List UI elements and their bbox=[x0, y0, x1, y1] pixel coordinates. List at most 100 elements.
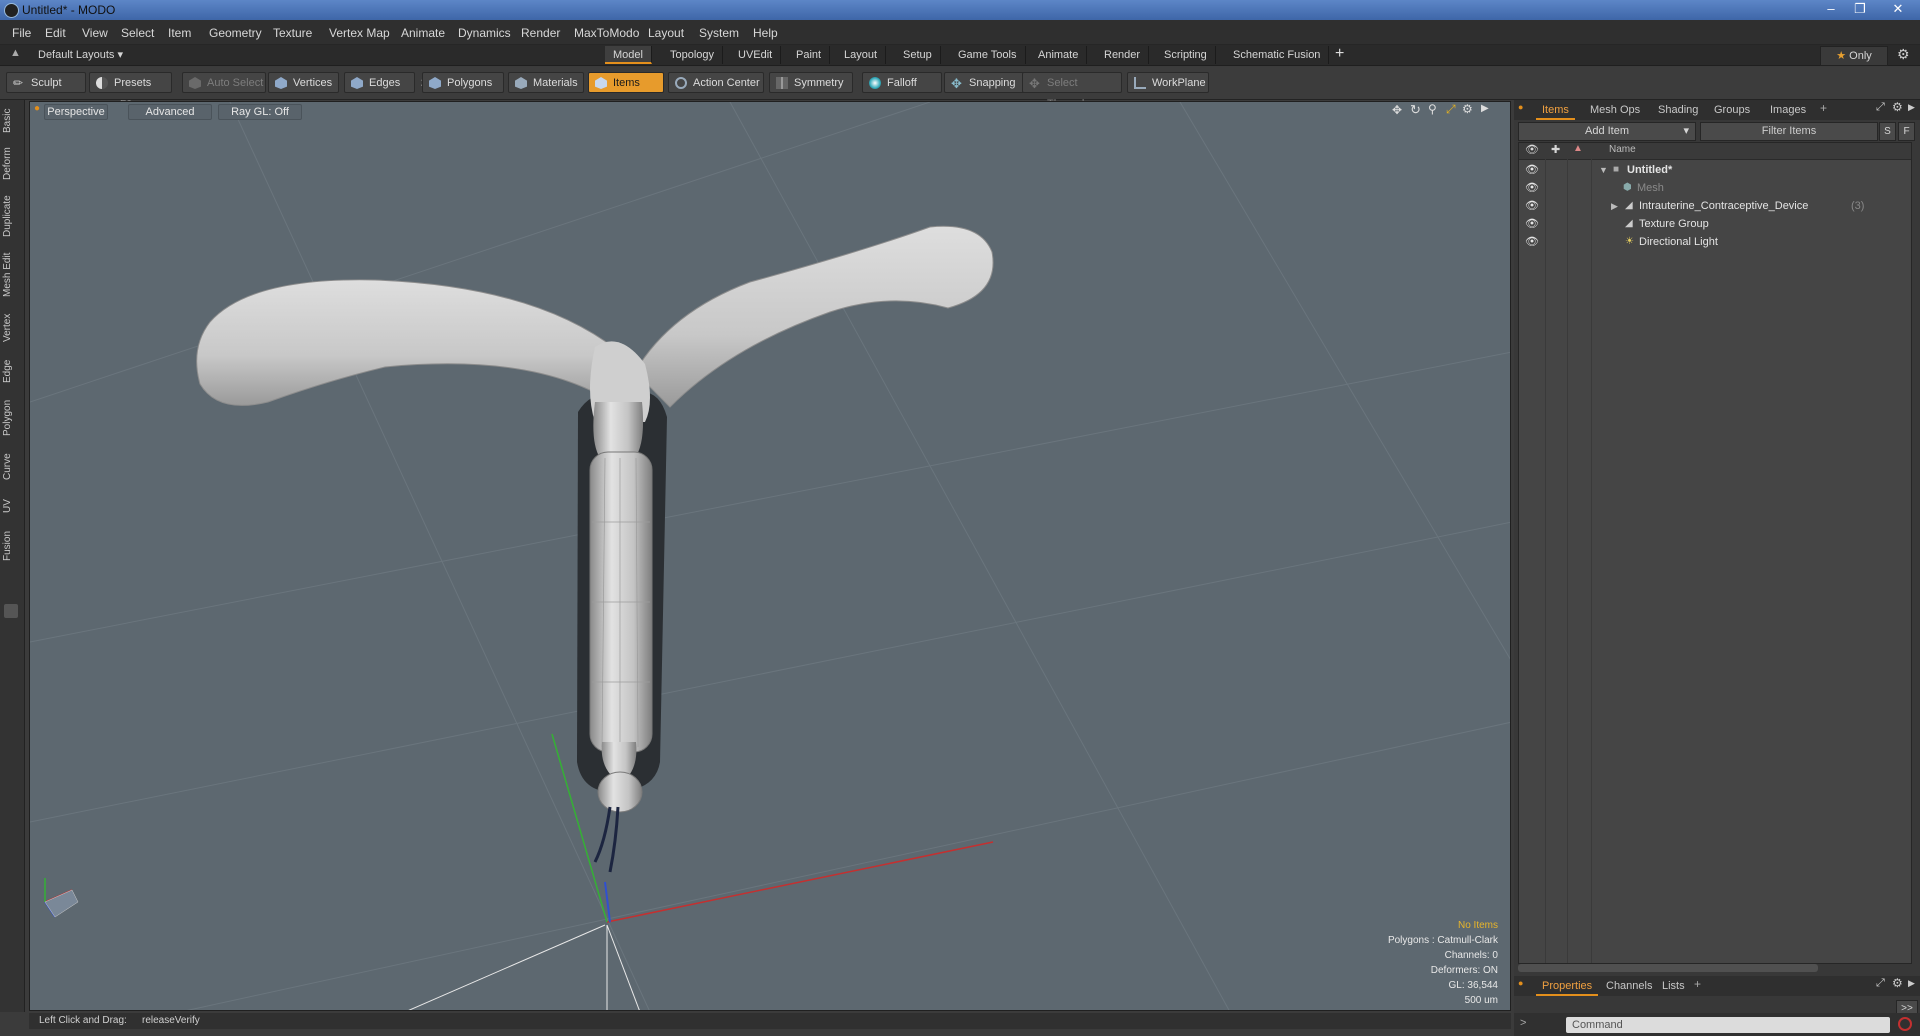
tab-mesh-ops[interactable]: Mesh Ops bbox=[1584, 102, 1646, 118]
pan-icon[interactable]: ✥ bbox=[1392, 103, 1402, 117]
panel-menu-icon[interactable]: ● bbox=[1518, 102, 1523, 112]
panel-gear-icon[interactable]: ⚙ bbox=[1892, 100, 1903, 114]
tab-shading[interactable]: Shading bbox=[1652, 102, 1704, 118]
side-tab-duplicate[interactable]: Duplicate bbox=[2, 192, 22, 240]
side-tab-deform[interactable]: Deform bbox=[2, 144, 22, 184]
menu-dynamics[interactable]: Dynamics bbox=[458, 26, 511, 40]
properties-menu-icon[interactable]: ● bbox=[1518, 978, 1523, 988]
properties-arrow-icon[interactable]: ▶ bbox=[1908, 978, 1915, 989]
polygons-button[interactable]: Polygons bbox=[422, 72, 504, 93]
filter-items-field[interactable]: Filter Items bbox=[1700, 122, 1878, 141]
rotate-icon[interactable]: ↻ bbox=[1410, 102, 1421, 118]
menu-system[interactable]: System bbox=[699, 26, 739, 40]
eye-icon[interactable]: 👁 bbox=[1525, 179, 1539, 197]
tab-render[interactable]: Render bbox=[1096, 46, 1150, 64]
presets-button[interactable]: Presets F6 bbox=[89, 72, 172, 110]
tab-scripting[interactable]: Scripting bbox=[1156, 46, 1216, 64]
gear-icon[interactable]: ⚙ bbox=[1897, 46, 1910, 63]
menu-vertex-map[interactable]: Vertex Map bbox=[329, 26, 390, 40]
tree-row-mesh[interactable]: 👁 ⬢ Mesh bbox=[1519, 179, 1909, 197]
tab-paint[interactable]: Paint bbox=[788, 46, 831, 64]
zoom-icon[interactable]: ⚲ bbox=[1428, 102, 1437, 116]
render-column-icon[interactable]: ▲ bbox=[1573, 143, 1583, 154]
eye-icon[interactable]: 👁 bbox=[1525, 197, 1539, 215]
select-through-button[interactable]: ✥Select Through bbox=[1022, 72, 1122, 110]
symmetry-button[interactable]: Symmetry bbox=[769, 72, 853, 93]
items-button[interactable]: Items bbox=[588, 72, 664, 93]
shading-dropdown[interactable]: Advanced bbox=[128, 104, 212, 120]
menu-view[interactable]: View bbox=[82, 26, 108, 40]
add-tab-button[interactable]: + bbox=[1335, 45, 1344, 63]
tab-setup[interactable]: Setup bbox=[895, 46, 941, 64]
tree-row-texture-group[interactable]: 👁 ◢ Texture Group bbox=[1519, 215, 1909, 233]
name-column-header[interactable]: Name bbox=[1609, 144, 1636, 155]
materials-button[interactable]: Materials bbox=[508, 72, 584, 93]
menu-render[interactable]: Render bbox=[521, 26, 560, 40]
tab-model[interactable]: Model bbox=[605, 46, 652, 64]
falloff-button[interactable]: Falloff bbox=[862, 72, 942, 93]
tab-images[interactable]: Images bbox=[1764, 102, 1812, 118]
tree-row-device[interactable]: 👁 ▶ ◢ Intrauterine_Contraceptive_Device … bbox=[1519, 197, 1909, 215]
add-properties-tab-button[interactable]: + bbox=[1694, 977, 1701, 991]
add-item-dropdown[interactable]: Add Item ▾ bbox=[1518, 122, 1696, 141]
3d-viewport[interactable]: ● Perspective Advanced Ray GL: Off ✥ ↻ ⚲… bbox=[29, 101, 1511, 1011]
collapse-icon[interactable]: ▼ bbox=[1599, 161, 1608, 179]
viewport-gear-icon[interactable]: ⚙ bbox=[1462, 102, 1473, 116]
viewport-arrow-icon[interactable]: ▶ bbox=[1481, 103, 1489, 114]
menu-edit[interactable]: Edit bbox=[45, 26, 66, 40]
horizontal-scrollbar[interactable] bbox=[1518, 964, 1818, 972]
visibility-column-icon[interactable]: 👁 bbox=[1525, 143, 1539, 156]
tab-topology[interactable]: Topology bbox=[662, 46, 724, 64]
panel-expand-icon[interactable]: ⤢ bbox=[1876, 101, 1885, 114]
record-icon[interactable] bbox=[1898, 1017, 1912, 1031]
filter-f-button[interactable]: F bbox=[1898, 122, 1915, 141]
side-tab-uv[interactable]: UV bbox=[2, 494, 22, 518]
side-tab-edge[interactable]: Edge bbox=[2, 356, 22, 386]
side-tab-vertex[interactable]: Vertex bbox=[2, 310, 22, 346]
only-toggle[interactable]: ★ Only bbox=[1820, 46, 1888, 66]
menu-item[interactable]: Item bbox=[168, 26, 191, 40]
tab-uvedit[interactable]: UVEdit bbox=[730, 46, 782, 64]
maximize-icon[interactable]: ⤢ bbox=[1446, 102, 1456, 117]
auto-select-button[interactable]: Auto Select bbox=[182, 72, 266, 93]
side-tab-mesh-edit[interactable]: Mesh Edit bbox=[2, 250, 22, 300]
add-panel-tab-button[interactable]: + bbox=[1820, 101, 1827, 115]
edges-button[interactable]: Edges2 bbox=[344, 72, 426, 93]
default-layouts-dropdown[interactable]: Default Layouts ▾ bbox=[38, 48, 123, 61]
vertices-button[interactable]: Vertices1 bbox=[268, 72, 350, 93]
close-button[interactable]: ✕ bbox=[1881, 1, 1915, 17]
eye-icon[interactable]: 👁 bbox=[1525, 215, 1539, 233]
filter-s-button[interactable]: S bbox=[1879, 122, 1896, 141]
side-tab-fusion[interactable]: Fusion bbox=[2, 528, 22, 564]
sculpt-button[interactable]: ✏ Sculpt bbox=[6, 72, 86, 93]
menu-texture[interactable]: Texture bbox=[273, 26, 312, 40]
restore-button[interactable]: ❐ bbox=[1847, 1, 1873, 17]
action-center-button[interactable]: Action Center bbox=[668, 72, 764, 93]
side-tab-basic[interactable]: Basic bbox=[2, 106, 22, 136]
tab-properties[interactable]: Properties bbox=[1536, 978, 1599, 996]
side-tab-polygon[interactable]: Polygon bbox=[2, 396, 22, 440]
viewport-menu-icon[interactable]: ● bbox=[34, 103, 40, 114]
menu-animate[interactable]: Animate bbox=[401, 26, 445, 40]
layout-arrow-icon[interactable]: ▲ bbox=[10, 47, 21, 59]
workplane-button[interactable]: WorkPlane bbox=[1127, 72, 1209, 93]
snapping-button[interactable]: ✥ Snapping bbox=[944, 72, 1026, 93]
properties-gear-icon[interactable]: ⚙ bbox=[1892, 976, 1903, 990]
tree-row-directional-light[interactable]: 👁 ☀ Directional Light bbox=[1519, 233, 1909, 251]
menu-help[interactable]: Help bbox=[753, 26, 778, 40]
tree-row-scene[interactable]: 👁 ▼ ■ Untitled* bbox=[1519, 161, 1909, 179]
tab-schematic-fusion[interactable]: Schematic Fusion bbox=[1225, 46, 1330, 64]
tab-channels[interactable]: Channels bbox=[1600, 978, 1658, 994]
tab-game-tools[interactable]: Game Tools bbox=[950, 46, 1026, 64]
menu-maxtomodo[interactable]: MaxToModo bbox=[574, 26, 639, 40]
tab-lists[interactable]: Lists bbox=[1656, 978, 1691, 994]
eye-icon[interactable]: 👁 bbox=[1525, 161, 1539, 179]
view-mode-dropdown[interactable]: Perspective bbox=[44, 104, 108, 120]
menu-select[interactable]: Select bbox=[121, 26, 154, 40]
tab-groups[interactable]: Groups bbox=[1708, 102, 1756, 118]
side-tab-curve[interactable]: Curve bbox=[2, 450, 22, 484]
sidebar-toggle-button[interactable] bbox=[4, 604, 18, 618]
menu-geometry[interactable]: Geometry bbox=[209, 26, 262, 40]
lock-column-icon[interactable]: ✚ bbox=[1551, 143, 1560, 156]
expand-icon[interactable]: ▶ bbox=[1611, 197, 1618, 215]
